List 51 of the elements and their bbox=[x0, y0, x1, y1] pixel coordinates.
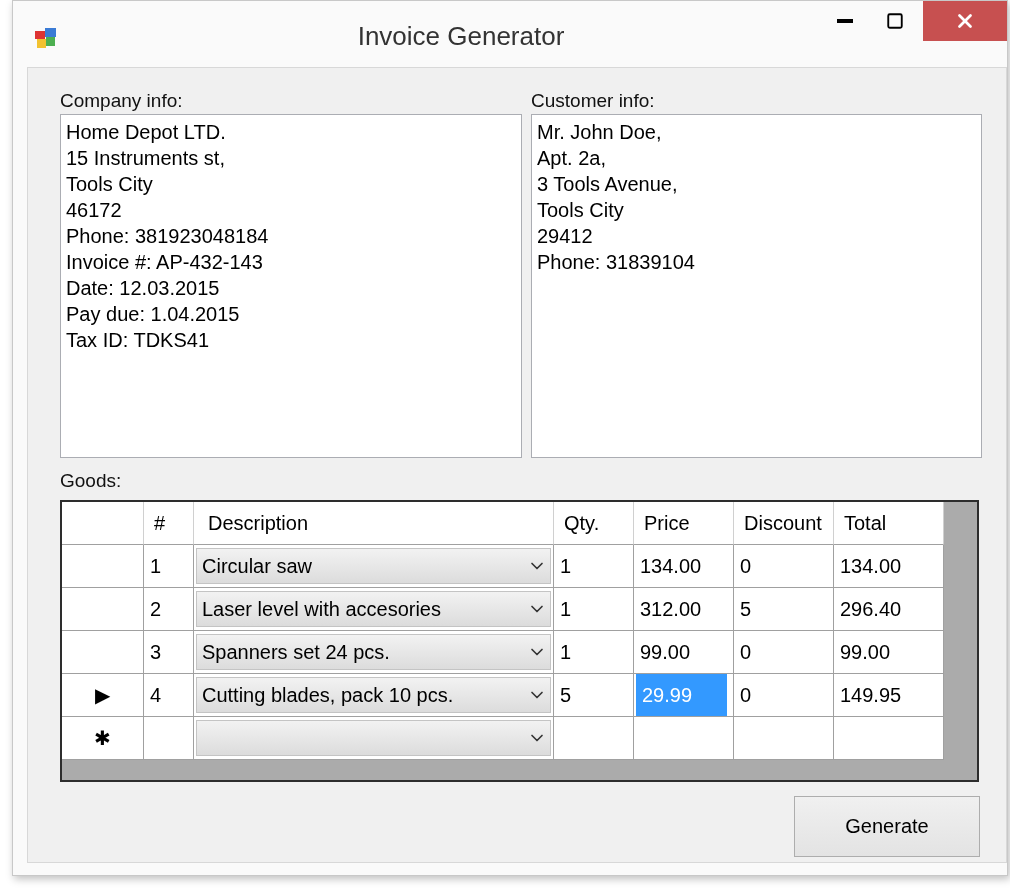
table-cell[interactable]: 134.00 bbox=[634, 545, 734, 588]
table-cell[interactable]: 1 bbox=[554, 545, 634, 588]
row-header[interactable]: ✱ bbox=[62, 717, 144, 760]
description-dropdown[interactable]: Spanners set 24 pcs. bbox=[196, 634, 551, 670]
table-cell[interactable]: 134.00 bbox=[834, 545, 944, 588]
table-cell[interactable]: 5 bbox=[554, 674, 634, 717]
table-cell[interactable]: 99.00 bbox=[834, 631, 944, 674]
column-header[interactable]: Qty. bbox=[554, 502, 634, 545]
row-header[interactable] bbox=[62, 631, 144, 674]
table-cell[interactable]: 296.40 bbox=[834, 588, 944, 631]
table-cell[interactable]: 5 bbox=[734, 588, 834, 631]
table-cell[interactable] bbox=[734, 717, 834, 760]
row-header[interactable] bbox=[62, 588, 144, 631]
table-cell[interactable] bbox=[144, 717, 194, 760]
row-header[interactable] bbox=[62, 545, 144, 588]
row-header[interactable]: ▶ bbox=[62, 674, 144, 717]
maximize-icon bbox=[886, 12, 904, 30]
column-header[interactable]: Price bbox=[634, 502, 734, 545]
column-header[interactable]: # bbox=[144, 502, 194, 545]
table-cell[interactable]: 4 bbox=[144, 674, 194, 717]
table-cell[interactable] bbox=[634, 717, 734, 760]
table-cell[interactable]: 1 bbox=[144, 545, 194, 588]
description-dropdown[interactable]: Circular saw bbox=[196, 548, 551, 584]
table-cell[interactable]: 2 bbox=[144, 588, 194, 631]
table-cell[interactable]: 149.95 bbox=[834, 674, 944, 717]
app-icon bbox=[33, 25, 59, 51]
description-dropdown[interactable] bbox=[196, 720, 551, 756]
goods-label: Goods: bbox=[60, 470, 123, 493]
column-header[interactable]: Total bbox=[834, 502, 944, 545]
table-cell[interactable]: 3 bbox=[144, 631, 194, 674]
table-cell[interactable]: 0 bbox=[734, 545, 834, 588]
table-cell[interactable]: 99.00 bbox=[634, 631, 734, 674]
customer-info-field[interactable]: Mr. John Doe, Apt. 2a, 3 Tools Avenue, Tools City 29412 Phone: 31839104 bbox=[531, 114, 982, 458]
table-cell[interactable] bbox=[834, 717, 944, 760]
close-button[interactable] bbox=[923, 1, 1007, 41]
table-cell[interactable]: 312.00 bbox=[634, 588, 734, 631]
description-dropdown[interactable]: Cutting blades, pack 10 pcs. bbox=[196, 677, 551, 713]
description-dropdown[interactable]: Laser level with accesories bbox=[196, 591, 551, 627]
column-header[interactable]: Description bbox=[194, 502, 554, 545]
window-title: Invoice Generator bbox=[356, 21, 566, 52]
table-cell[interactable] bbox=[554, 717, 634, 760]
generate-button[interactable]: Generate bbox=[794, 796, 980, 857]
table-cell[interactable]: 0 bbox=[734, 631, 834, 674]
field-label: Company info: bbox=[60, 90, 184, 113]
company-info-field[interactable]: Home Depot LTD. 15 Instruments st, Tools City 46172 Phone: 381923048184 Invoice #: AP-432-143 Date: 12.03.2015 Pay due: 1.04.2015 Tax ID: TDKS41 bbox=[60, 114, 522, 458]
minimize-icon bbox=[837, 19, 853, 23]
table-cell[interactable]: 1 bbox=[554, 631, 634, 674]
table-cell[interactable]: 1 bbox=[554, 588, 634, 631]
table-cell[interactable]: 0 bbox=[734, 674, 834, 717]
field-label: Customer info: bbox=[531, 90, 656, 113]
column-header[interactable]: Discount bbox=[734, 502, 834, 545]
